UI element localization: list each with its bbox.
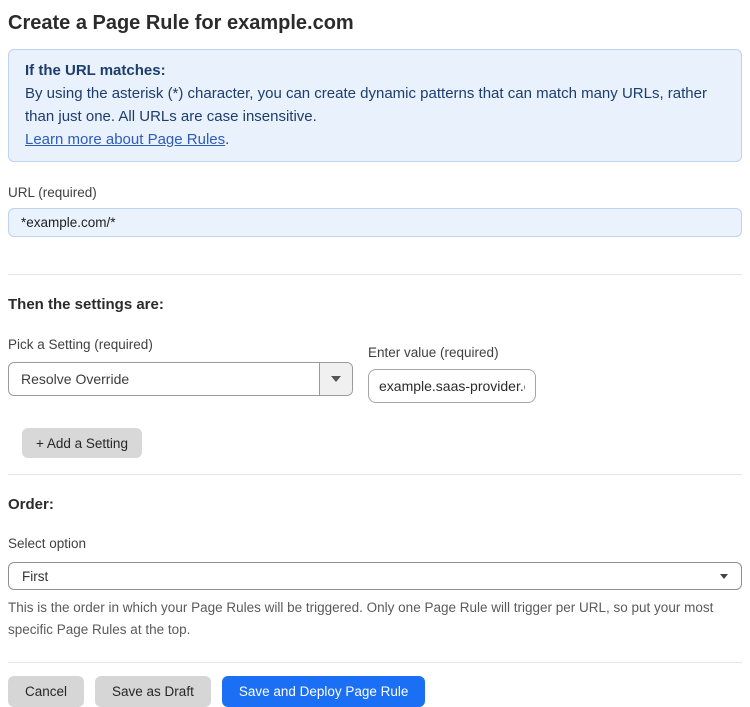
url-match-info-box: If the URL matches: By using the asteris… <box>8 49 742 162</box>
setting-picker-dropdown[interactable]: Resolve Override <box>8 362 353 396</box>
dropdown-arrow-box <box>319 363 352 395</box>
save-and-deploy-button[interactable]: Save and Deploy Page Rule <box>221 676 426 707</box>
save-as-draft-button[interactable]: Save as Draft <box>95 676 211 707</box>
settings-section-heading: Then the settings are: <box>8 296 164 313</box>
info-box-body: By using the asterisk (*) character, you… <box>25 85 707 125</box>
caret-down-icon <box>331 376 341 382</box>
setting-picker-column: Pick a Setting (required) Resolve Overri… <box>8 337 353 396</box>
caret-down-icon <box>720 573 728 579</box>
setting-picker-label: Pick a Setting (required) <box>8 337 153 352</box>
value-field-label: Enter value (required) <box>368 345 499 360</box>
learn-more-link[interactable]: Learn more about Page Rules <box>25 131 225 148</box>
setting-value-column: Enter value (required) <box>368 337 536 403</box>
cancel-button[interactable]: Cancel <box>8 676 85 707</box>
url-input[interactable] <box>8 208 742 237</box>
settings-row: Pick a Setting (required) Resolve Overri… <box>8 337 742 403</box>
section-divider <box>8 474 742 475</box>
add-setting-button[interactable]: + Add a Setting <box>22 428 142 458</box>
page-rule-form: Create a Page Rule for example.com If th… <box>0 12 750 707</box>
page-title: Create a Page Rule for example.com <box>8 12 354 34</box>
section-divider <box>8 274 742 275</box>
order-select-label: Select option <box>8 536 87 551</box>
order-select[interactable]: First <box>8 562 742 590</box>
info-box-heading: If the URL matches: <box>25 62 166 79</box>
footer-divider <box>8 662 742 663</box>
url-field-label: URL (required) <box>8 185 97 200</box>
order-section-heading: Order: <box>8 496 54 513</box>
footer-actions: Cancel Save as Draft Save and Deploy Pag… <box>8 676 742 707</box>
setting-value-input[interactable] <box>368 369 536 403</box>
setting-picker-value: Resolve Override <box>21 371 130 387</box>
order-help-text: This is the order in which your Page Rul… <box>8 600 714 637</box>
order-select-value: First <box>22 568 49 584</box>
link-suffix: . <box>225 131 230 148</box>
info-box-link-line: Learn more about Page Rules. <box>25 128 725 151</box>
